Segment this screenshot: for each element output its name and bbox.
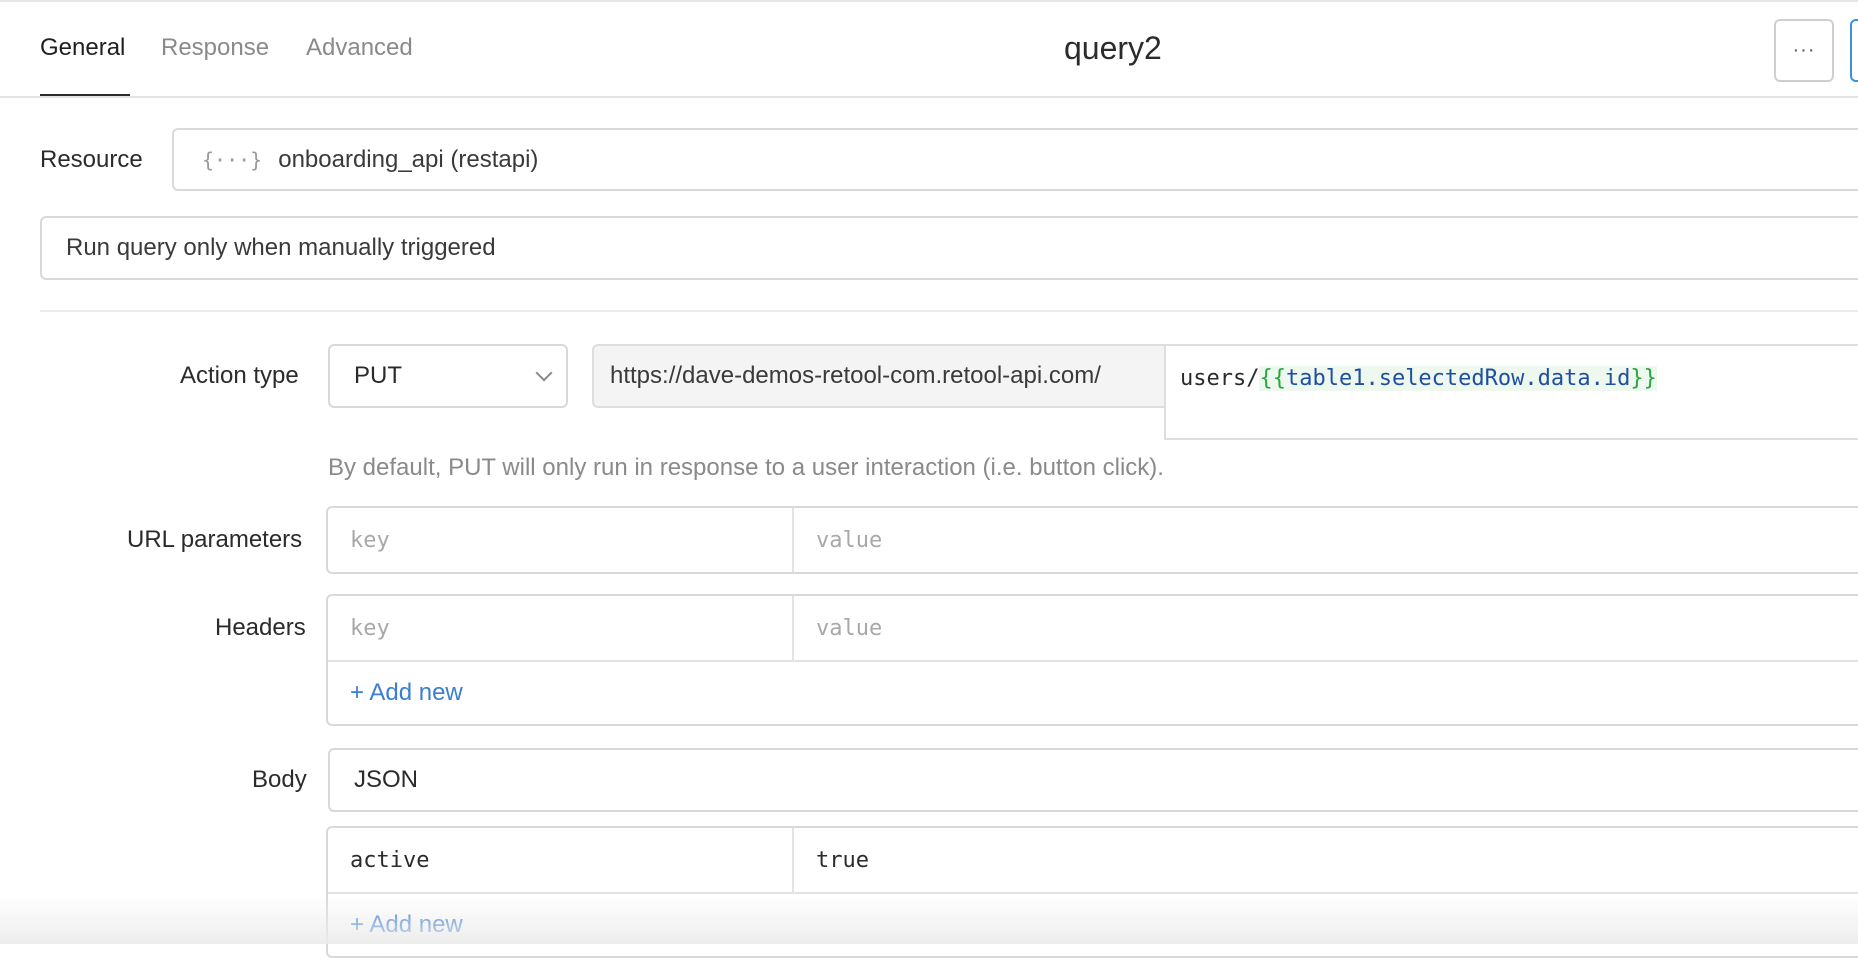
url-path-input[interactable]: users/{{table1.selectedRow.data.id}} [1164,344,1858,440]
resource-select[interactable]: {···} onboarding_api (restapi) [172,128,1858,191]
url-parameters-label: URL parameters [127,526,303,553]
base-url: https://dave-demos-retool-com.retool-api… [592,344,1166,408]
body-label: Body [252,766,307,793]
headers-table: key value + Add new [326,594,1858,726]
more-options-button[interactable]: ··· [1774,19,1834,82]
action-hint: By default, PUT will only run in respons… [328,454,1164,481]
chevron-down-icon [535,364,553,382]
tab-advanced[interactable]: Advanced [306,34,413,62]
tab-response[interactable]: Response [161,34,269,62]
body-type-select[interactable]: JSON [328,748,1858,812]
url-param-value-input[interactable]: value [794,508,1858,572]
header-key-input[interactable]: key [328,596,794,660]
body-type-value: JSON [354,766,419,793]
tab-bar-border [0,96,1858,98]
rest-api-icon: {···} [202,147,263,172]
template-open-brace: {{ [1259,366,1286,391]
template-close-brace: }} [1630,366,1657,391]
header-row: key value [328,596,1858,660]
top-border [0,0,1858,2]
headers-label: Headers [215,614,306,641]
url-param-key-input[interactable]: key [328,508,794,572]
body-table: active true + Add new [326,826,1858,958]
body-add-new-button[interactable]: + Add new [328,892,1858,956]
body-row: active true [328,828,1858,892]
action-type-select[interactable]: PUT [328,344,568,408]
headers-add-new-button[interactable]: + Add new [328,660,1858,724]
body-value-input[interactable]: true [794,828,1858,892]
query-title[interactable]: query2 [1064,30,1162,67]
action-type-value: PUT [354,362,402,389]
action-type-label: Action type [180,362,299,389]
url-parameters-table: key value [326,506,1858,574]
trigger-mode-value: Run query only when manually triggered [66,234,496,261]
url-param-row: key value [328,508,1858,572]
more-icon: ··· [1792,39,1816,61]
template-expression: table1.selectedRow.data.id [1285,366,1631,391]
run-button-edge[interactable] [1850,19,1858,82]
resource-label: Resource [40,146,143,173]
body-key-input[interactable]: active [328,828,794,892]
tab-general[interactable]: General [40,34,125,62]
resource-value: onboarding_api (restapi) [278,145,539,173]
url-path-prefix: users/ [1180,366,1260,391]
trigger-mode-select[interactable]: Run query only when manually triggered [40,216,1858,280]
section-divider [40,310,1858,312]
header-value-input[interactable]: value [794,596,1858,660]
